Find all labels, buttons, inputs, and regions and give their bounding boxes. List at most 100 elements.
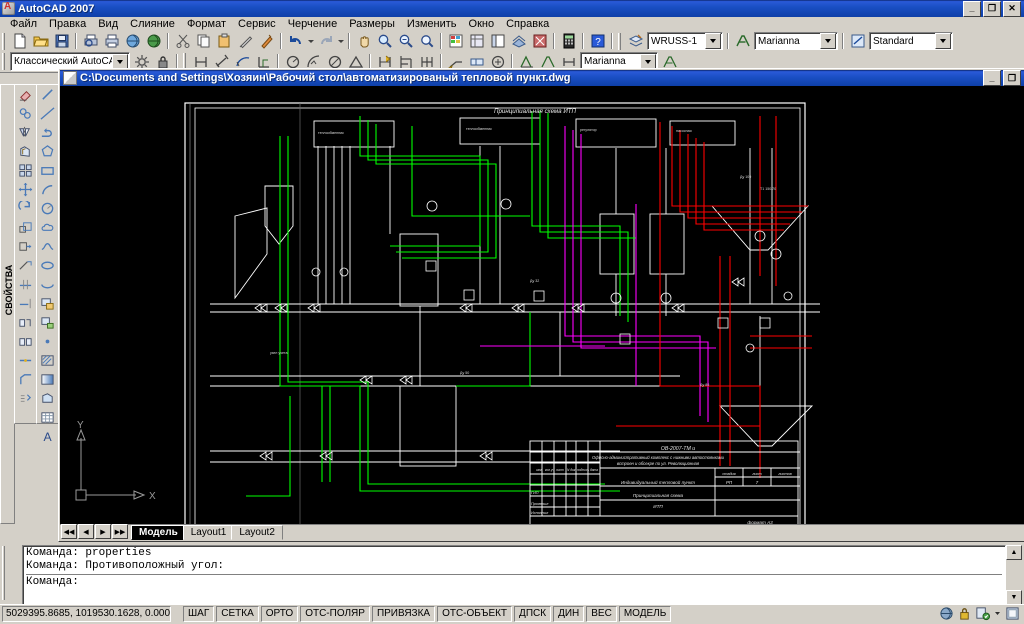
ellipse-icon[interactable] bbox=[37, 256, 57, 275]
table-icon[interactable] bbox=[37, 408, 57, 427]
layer-properties-icon[interactable] bbox=[625, 32, 646, 51]
tab-nav-first-button[interactable]: ◀◀ bbox=[61, 524, 77, 539]
arc-icon[interactable] bbox=[37, 180, 57, 199]
plot-preview-icon[interactable] bbox=[80, 32, 101, 51]
workspaces-toolbar-grip[interactable] bbox=[2, 53, 7, 70]
circle-icon[interactable] bbox=[37, 199, 57, 218]
point-icon[interactable] bbox=[37, 332, 57, 351]
command-scroll-up-icon[interactable]: ▲ bbox=[1006, 545, 1022, 560]
menu-view[interactable]: Вид bbox=[92, 17, 124, 31]
menu-dimension[interactable]: Размеры bbox=[343, 17, 401, 31]
match-properties-icon[interactable] bbox=[235, 32, 256, 51]
gradient-icon[interactable] bbox=[37, 370, 57, 389]
lock-toolbars-icon[interactable] bbox=[957, 606, 972, 621]
tab-layout1[interactable]: Layout1 bbox=[182, 525, 235, 540]
hatch-icon[interactable] bbox=[37, 351, 57, 370]
cut-icon[interactable] bbox=[172, 32, 193, 51]
explode-icon[interactable] bbox=[15, 389, 35, 408]
publish-web-icon[interactable] bbox=[143, 32, 164, 51]
status-osnap-button[interactable]: ПРИВЯЗКА bbox=[371, 605, 436, 622]
zoom-window-icon[interactable] bbox=[395, 32, 416, 51]
redo-dropdown-icon[interactable] bbox=[336, 32, 345, 51]
status-grid-button[interactable]: СЕТКА bbox=[216, 605, 259, 622]
extend-icon[interactable] bbox=[15, 294, 35, 313]
status-otrack-button[interactable]: ОТС-ОБЪЕКТ bbox=[437, 605, 513, 622]
status-lineweight-button[interactable]: ВЕС bbox=[586, 605, 617, 622]
pan-realtime-icon[interactable] bbox=[353, 32, 374, 51]
design-center-icon[interactable] bbox=[466, 32, 487, 51]
dimstyle-manager-icon[interactable] bbox=[847, 32, 868, 51]
lengthen-icon[interactable] bbox=[15, 256, 35, 275]
command-vertical-scrollbar[interactable]: ▲ ▼ bbox=[1006, 545, 1022, 605]
tab-nav-last-button[interactable]: ▶▶ bbox=[112, 524, 128, 539]
zoom-realtime-icon[interactable] bbox=[374, 32, 395, 51]
menu-tools[interactable]: Сервис bbox=[232, 17, 282, 31]
menu-modify[interactable]: Изменить bbox=[401, 17, 463, 31]
manage-xrefs-icon[interactable] bbox=[975, 606, 990, 621]
minimize-button[interactable]: _ bbox=[963, 0, 981, 17]
sheet-set-icon[interactable] bbox=[508, 32, 529, 51]
tab-model[interactable]: Модель bbox=[131, 525, 186, 540]
chamfer-icon[interactable] bbox=[15, 370, 35, 389]
menu-edit[interactable]: Правка bbox=[43, 17, 92, 31]
undo-icon[interactable] bbox=[285, 32, 306, 51]
array-icon[interactable] bbox=[15, 161, 35, 180]
drawing-area[interactable]: теплообменник теплообменник регулятор на… bbox=[60, 86, 1024, 540]
scale-icon[interactable] bbox=[15, 218, 35, 237]
communication-center-icon[interactable] bbox=[939, 606, 954, 621]
menu-file[interactable]: Файл bbox=[4, 17, 43, 31]
dimstyle-combo[interactable]: Standard bbox=[869, 32, 953, 50]
layer-combo-arrow[interactable] bbox=[705, 33, 721, 49]
stretch-icon[interactable] bbox=[15, 237, 35, 256]
tab-layout2[interactable]: Layout2 bbox=[231, 525, 283, 540]
properties-palette-tab[interactable]: СВОЙСТВА bbox=[0, 84, 15, 524]
tab-nav-prev-button[interactable]: ◀ bbox=[78, 524, 94, 539]
break-icon[interactable] bbox=[15, 332, 35, 351]
menu-window[interactable]: Окно bbox=[463, 17, 501, 31]
save-icon[interactable] bbox=[51, 32, 72, 51]
new-icon[interactable] bbox=[9, 32, 30, 51]
help-icon[interactable]: ? bbox=[587, 32, 608, 51]
menu-draw[interactable]: Черчение bbox=[282, 17, 344, 31]
coordinate-display[interactable]: 5029395.8685, 1019530.1628, 0.0000 bbox=[2, 605, 171, 622]
region-icon[interactable] bbox=[37, 389, 57, 408]
trim-icon[interactable] bbox=[15, 275, 35, 294]
drawing-restore-button[interactable]: ❐ bbox=[1003, 70, 1021, 86]
multiline-text-icon[interactable]: A bbox=[37, 427, 57, 446]
calculator-icon[interactable] bbox=[558, 32, 579, 51]
restore-button[interactable]: ❐ bbox=[983, 0, 1001, 17]
revision-cloud-icon[interactable] bbox=[37, 218, 57, 237]
tab-nav-next-button[interactable]: ▶ bbox=[95, 524, 111, 539]
text-style-manager-icon[interactable] bbox=[732, 32, 753, 51]
make-block-icon[interactable] bbox=[37, 313, 57, 332]
toolbar-grip[interactable] bbox=[2, 32, 7, 50]
status-dyn-button[interactable]: ДИН bbox=[553, 605, 585, 622]
undo-dropdown-icon[interactable] bbox=[306, 32, 315, 51]
rectangle-icon[interactable] bbox=[37, 161, 57, 180]
layers-toolbar-grip[interactable] bbox=[618, 32, 623, 50]
redo-icon[interactable] bbox=[315, 32, 336, 51]
join-icon[interactable] bbox=[15, 351, 35, 370]
polygon-icon[interactable] bbox=[37, 142, 57, 161]
mirror-icon[interactable] bbox=[15, 123, 35, 142]
command-history[interactable]: Команда: properties Команда: Противополо… bbox=[22, 545, 1006, 605]
properties-palette-icon[interactable] bbox=[445, 32, 466, 51]
polyline-icon[interactable] bbox=[37, 123, 57, 142]
close-button[interactable]: ✕ bbox=[1003, 0, 1021, 17]
menu-help[interactable]: Справка bbox=[500, 17, 555, 31]
status-polar-button[interactable]: ОТС-ПОЛЯР bbox=[300, 605, 370, 622]
rotate-icon[interactable] bbox=[15, 199, 35, 218]
textstyle-combo-arrow[interactable] bbox=[820, 33, 836, 49]
spline-icon[interactable] bbox=[37, 237, 57, 256]
menu-merge[interactable]: Слияние bbox=[124, 17, 181, 31]
paste-icon[interactable] bbox=[214, 32, 235, 51]
construction-line-icon[interactable] bbox=[37, 104, 57, 123]
open-icon[interactable] bbox=[30, 32, 51, 51]
status-model-button[interactable]: МОДЕЛЬ bbox=[618, 605, 672, 622]
copy-icon[interactable] bbox=[193, 32, 214, 51]
layer-combo[interactable]: WRUSS-1 bbox=[647, 32, 723, 50]
model-space-canvas[interactable]: теплообменник теплообменник регулятор на… bbox=[60, 86, 1024, 534]
status-snap-button[interactable]: ШАГ bbox=[183, 605, 215, 622]
break-at-point-icon[interactable] bbox=[15, 313, 35, 332]
offset-icon[interactable] bbox=[15, 142, 35, 161]
